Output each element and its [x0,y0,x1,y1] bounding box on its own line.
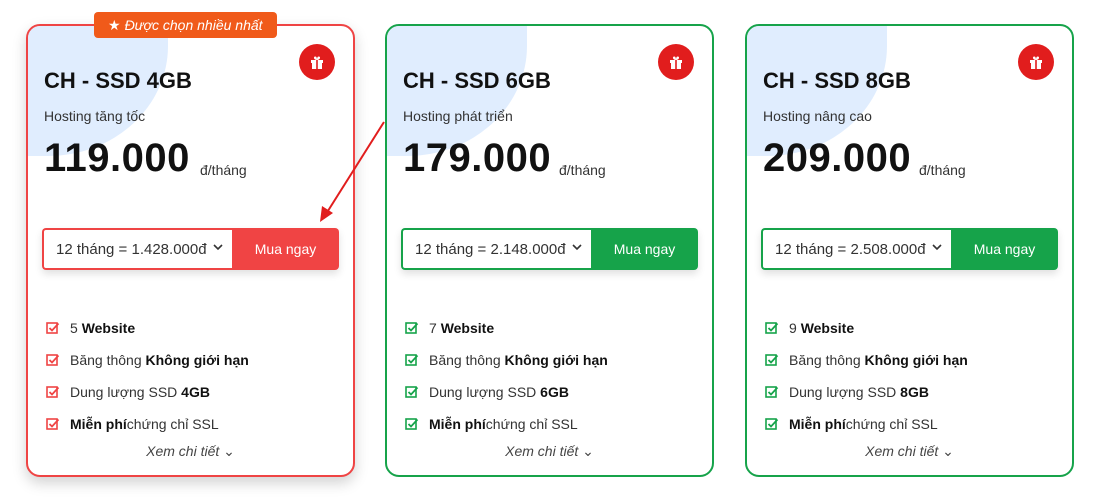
term-select[interactable]: 12 tháng = 2.508.000đ [761,228,951,270]
plan-price: 179.000 [403,136,552,180]
feature-item: Miễn phí chứng chỉ SSL [765,408,968,440]
plan-name: CH - SSD 6GB [403,68,551,93]
plan-tagline: Hosting nâng cao [763,108,872,124]
feature-item: 7 Website [405,312,608,344]
feature-item: Miễn phí chứng chỉ SSL [405,408,608,440]
buy-now-button[interactable]: Mua ngay [591,228,698,270]
plan-card-ssd-6gb: CH - SSD 6GB Hosting phát triển 179.000 … [385,24,714,477]
chevron-down-icon: ⌄ [942,443,954,459]
plan-tagline: Hosting tăng tốc [44,108,146,124]
checkbox-check-icon [765,322,779,334]
plan-price: 209.000 [763,136,912,180]
checkbox-check-icon [46,322,60,334]
checkbox-check-icon [46,354,60,366]
price-unit: đ/tháng [919,162,966,178]
checkbox-check-icon [46,418,60,430]
most-popular-badge: ★ Được chọn nhiều nhất [94,12,277,38]
checkbox-check-icon [765,386,779,398]
feature-item: 9 Website [765,312,968,344]
chevron-down-icon [572,244,582,251]
feature-list: 5 Website Băng thông Không giới hạn Dung… [46,312,249,440]
feature-item: 5 Website [46,312,249,344]
buy-now-button[interactable]: Mua ngay [232,228,339,270]
feature-list: 9 Website Băng thông Không giới hạn Dung… [765,312,968,440]
plan-card-ssd-4gb: ★ Được chọn nhiều nhất CH - SSD 4GB Hosti… [26,12,355,477]
checkbox-check-icon [405,322,419,334]
term-select[interactable]: 12 tháng = 2.148.000đ [401,228,591,270]
feature-item: Băng thông Không giới hạn [765,344,968,376]
gift-icon[interactable] [299,44,335,80]
feature-item: Dung lượng SSD 8GB [765,376,968,408]
feature-item: Miễn phí chứng chỉ SSL [46,408,249,440]
feature-item: Băng thông Không giới hạn [405,344,608,376]
view-details-link[interactable]: Xem chi tiết ⌄ [747,443,1072,460]
checkbox-check-icon [765,418,779,430]
feature-item: Dung lượng SSD 6GB [405,376,608,408]
plan-tagline: Hosting phát triển [403,108,513,124]
term-select[interactable]: 12 tháng = 1.428.000đ [42,228,232,270]
gift-icon[interactable] [1018,44,1054,80]
buy-now-button[interactable]: Mua ngay [951,228,1058,270]
chevron-down-icon [932,244,942,251]
checkbox-check-icon [765,354,779,366]
price-unit: đ/tháng [200,162,247,178]
checkbox-check-icon [405,418,419,430]
purchase-row: 12 tháng = 2.148.000đ Mua ngay [401,228,698,270]
plan-price: 119.000 [44,136,190,180]
feature-item: Dung lượng SSD 4GB [46,376,249,408]
chevron-down-icon: ⌄ [582,443,594,459]
chevron-down-icon: ⌄ [223,443,235,459]
plan-name: CH - SSD 4GB [44,68,192,93]
plan-name: CH - SSD 8GB [763,68,911,93]
purchase-row: 12 tháng = 2.508.000đ Mua ngay [761,228,1058,270]
view-details-link[interactable]: Xem chi tiết ⌄ [28,443,353,460]
checkbox-check-icon [405,386,419,398]
checkbox-check-icon [405,354,419,366]
feature-list: 7 Website Băng thông Không giới hạn Dung… [405,312,608,440]
star-icon: ★ [108,17,121,33]
view-details-link[interactable]: Xem chi tiết ⌄ [387,443,712,460]
feature-item: Băng thông Không giới hạn [46,344,249,376]
checkbox-check-icon [46,386,60,398]
gift-icon[interactable] [658,44,694,80]
chevron-down-icon [213,244,223,251]
plan-card-ssd-8gb: CH - SSD 8GB Hosting nâng cao 209.000 đ/… [745,24,1074,477]
purchase-row: 12 tháng = 1.428.000đ Mua ngay [42,228,339,270]
price-unit: đ/tháng [559,162,606,178]
